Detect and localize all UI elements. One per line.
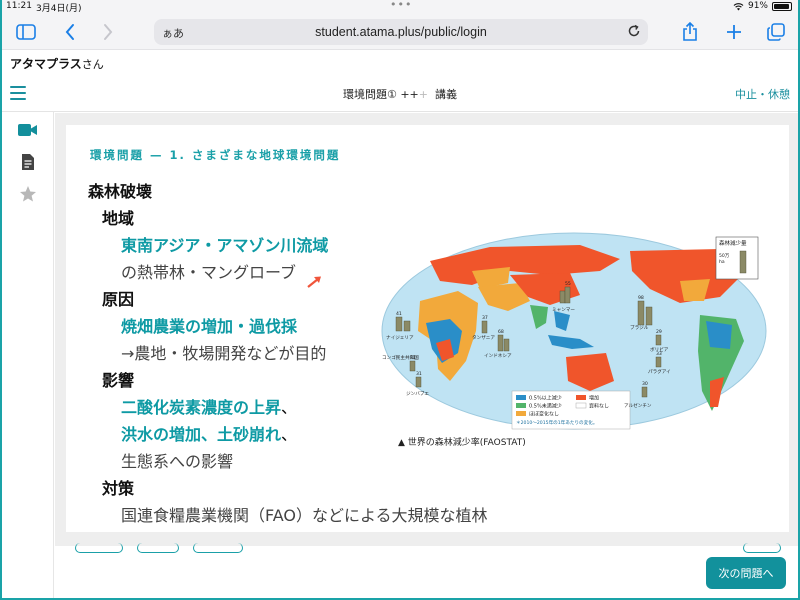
battery-percent: 91% — [747, 1, 768, 11]
lesson-title: 環境問題① +++ 講義 — [2, 86, 798, 102]
map-value-1: 55 — [565, 281, 571, 287]
user-name: アタマプラス — [10, 57, 82, 71]
next-question-button[interactable]: 次の問題へ — [706, 557, 786, 589]
map-legend-item-2: 0.5%未満減少 — [529, 403, 562, 410]
bottom-bar: 次の問題へ — [55, 543, 798, 598]
battery-level — [774, 3, 789, 9]
map-label-4: パラグアイ — [648, 368, 671, 375]
map-label-1: ミャンマー — [552, 307, 575, 313]
cause-label: 原因 — [102, 290, 135, 309]
new-tab-icon[interactable] — [722, 20, 746, 44]
map-label-9: ジンバブエ — [406, 390, 429, 397]
battery-icon — [772, 1, 792, 11]
tabs-overview-icon[interactable] — [764, 20, 788, 44]
slide-heading: 森林破壊 — [88, 182, 153, 201]
map-label-2: ブラジル — [630, 324, 649, 331]
effect-line-1-key: 二酸化炭素濃度の上昇 — [121, 398, 282, 417]
map-value-5: 30 — [642, 381, 648, 387]
url-text[interactable]: student.atama.plus/public/login — [154, 25, 648, 39]
cause-line-2: →農地・牧場開発などが目的 — [121, 344, 327, 363]
map-value-3: 29 — [656, 329, 662, 335]
lecture-slide: 環境問題 — 1. さまざまな地球環境問題 森林破壊 地域 東南アジア・アマゾン… — [66, 125, 789, 532]
region-line-2: の熱帯林・マングローブ — [121, 263, 297, 282]
effect-line-1-punct: 、 — [281, 398, 298, 417]
address-bar[interactable]: ぁあ student.atama.plus/public/login — [154, 19, 648, 45]
map-legend-value: 50万 — [719, 253, 730, 259]
page-title: アタマプラスさん — [10, 55, 104, 72]
map-label-5: アルゼンチン — [624, 402, 652, 409]
effect-line-1: 二酸化炭素濃度の上昇、 — [121, 394, 297, 418]
map-legend-item-0: 0.5%以上減少 — [529, 395, 562, 402]
browser-toolbar: ぁあ student.atama.plus/public/login — [2, 14, 798, 50]
main-content: 環境問題 — 1. さまざまな地球環境問題 森林破壊 地域 東南アジア・アマゾン… — [55, 113, 798, 546]
app-header: 環境問題① +++ 講義 中止・休憩 — [2, 74, 798, 112]
bottom-tab-1[interactable] — [75, 543, 123, 553]
measure-line-1: 国連食糧農業機関（FAO）などによる大規模な植林 — [121, 506, 488, 525]
region-label: 地域 — [102, 209, 135, 228]
world-forest-map: 森林減少量 50万 ha 0.5%以上減少 増加 0.5%未満減少 資料なし ほ… — [381, 232, 767, 430]
map-legend-unit: ha — [719, 259, 725, 265]
map-label-0: ナイジェリア — [386, 335, 414, 341]
map-legend-item-1: 増加 — [589, 395, 599, 402]
map-legend-title: 森林減少量 — [719, 239, 747, 247]
lesson-kind: 講義 — [435, 88, 457, 101]
map-caption: ▲ 世界の森林減少率(FAOSTAT) — [398, 438, 526, 448]
region-line-1: 東南アジア・アマゾン川流域 — [121, 236, 329, 255]
status-time: 11:21 — [6, 1, 32, 11]
bottom-tab-3[interactable] — [193, 543, 243, 553]
forward-arrow-icon[interactable] — [96, 20, 120, 44]
pause-link[interactable]: 中止・休憩 — [735, 86, 790, 102]
left-sidebar — [2, 112, 54, 598]
map-legend-item-4: ほぼ変化なし — [529, 411, 559, 418]
map-label-7: インドネシア — [484, 353, 512, 359]
section-title: 環境問題 — 1. さまざまな地球環境問題 — [90, 148, 341, 162]
star-icon[interactable] — [18, 184, 38, 204]
page-title-strip: アタマプラスさん — [2, 51, 798, 73]
app-frame: 11:21 3月4日(月) ••• 91% ぁあ student.atama.p… — [2, 0, 798, 598]
effect-line-2: 洪水の増加、土砂崩れ、 — [121, 421, 297, 445]
user-suffix: さん — [81, 58, 104, 71]
map-label-6: タンザニア — [472, 334, 495, 341]
map-legend-item-3: 資料なし — [589, 403, 609, 410]
map-legend-note: ＊2010～2015年の1年あたりの変化。 — [516, 419, 597, 426]
map-value-8: 31 — [410, 355, 416, 361]
pointer-arrow-icon — [307, 276, 321, 288]
multitask-dots-icon[interactable]: ••• — [390, 0, 412, 11]
effect-line-2-key: 洪水の増加、土砂崩れ — [121, 425, 282, 444]
status-right: 91% — [733, 1, 792, 11]
map-value-6: 37 — [482, 315, 488, 321]
video-camera-icon[interactable] — [18, 120, 38, 140]
map-value-9: 31 — [416, 371, 422, 377]
reload-icon[interactable] — [626, 23, 642, 42]
status-date: 3月4日(月) — [36, 4, 82, 14]
lesson-title-text: 環境問題① ++ — [342, 88, 419, 101]
map-value-4: 33 — [656, 351, 662, 357]
sidebar-toggle-icon[interactable] — [14, 20, 38, 44]
measure-label: 対策 — [102, 479, 135, 498]
map-value-0: 41 — [396, 311, 402, 317]
wifi-icon — [733, 2, 744, 10]
lesson-title-dim: + — [418, 88, 428, 101]
effect-line-3: 生態系への影響 — [121, 452, 234, 471]
effect-line-2-punct: 、 — [281, 425, 298, 444]
bottom-tab-2[interactable] — [137, 543, 179, 553]
effect-label: 影響 — [102, 371, 135, 390]
map-value-7: 68 — [498, 329, 504, 335]
status-bar: 11:21 3月4日(月) ••• 91% — [2, 0, 798, 14]
bottom-tab-4[interactable] — [743, 543, 781, 553]
map-value-2: 98 — [638, 295, 644, 301]
back-arrow-icon[interactable] — [58, 20, 82, 44]
cause-line-1: 焼畑農業の増加・過伐採 — [121, 317, 298, 336]
document-icon[interactable] — [18, 152, 38, 172]
share-icon[interactable] — [678, 20, 702, 44]
